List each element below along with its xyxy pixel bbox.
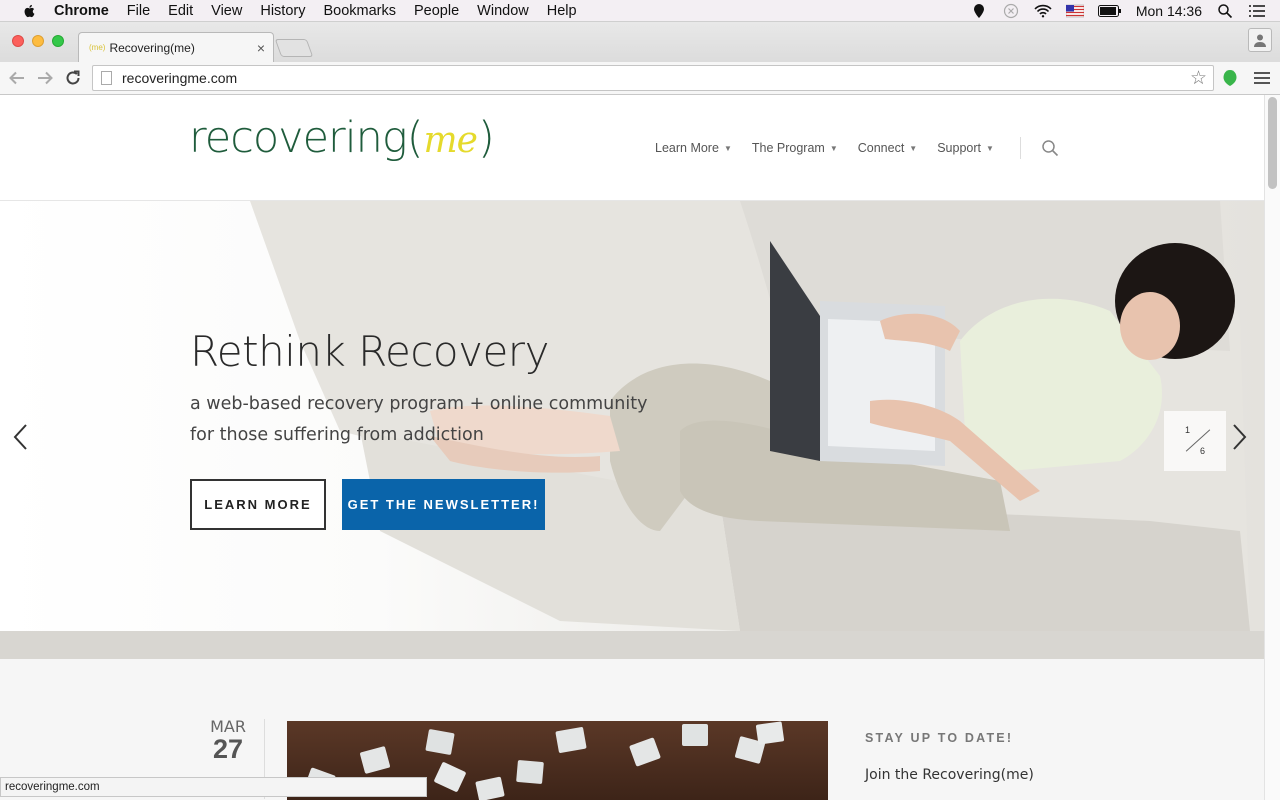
spotlight-search-icon[interactable] — [1216, 3, 1234, 19]
nav-label: Support — [937, 141, 981, 155]
link-status-bar: recoveringme.com — [0, 777, 427, 797]
wifi-icon[interactable] — [1034, 3, 1052, 19]
menu-view[interactable]: View — [211, 3, 242, 19]
tab-title: Recovering(me) — [109, 40, 195, 55]
nav-label: Connect — [857, 141, 905, 155]
site-navigation: Learn More ▼ The Program ▼ Connect ▼ Suppor… — [655, 137, 1059, 159]
window-zoom-button[interactable] — [52, 35, 64, 47]
tab-favicon-icon: (me) — [89, 43, 106, 52]
reload-button[interactable] — [62, 67, 84, 89]
page-icon — [101, 71, 112, 85]
chevron-left-icon — [13, 424, 27, 450]
nav-support[interactable]: Support ▼ — [937, 141, 994, 155]
nav-learn-more[interactable]: Learn More ▼ — [655, 141, 732, 155]
logo-text: recovering( — [189, 113, 423, 163]
page-scrollbar[interactable] — [1264, 95, 1280, 800]
battery-icon[interactable] — [1097, 3, 1122, 19]
arrow-left-icon — [9, 71, 24, 85]
hero-slider: Rethink Recovery a web-based recovery pr… — [0, 201, 1264, 659]
learn-more-button[interactable]: LEARN MORE — [190, 479, 326, 530]
hero-subtitle-line2: for those suffering from addiction — [190, 425, 484, 445]
arrow-right-icon — [38, 71, 53, 85]
site-header: recovering(me) Learn More ▼ The Program ▼ … — [0, 95, 1264, 201]
nav-the-program[interactable]: The Program ▼ — [752, 141, 838, 155]
post-day: 27 — [212, 734, 244, 764]
sidebar-text: Join the Recovering(me) — [865, 767, 1034, 783]
tab-close-icon[interactable]: × — [257, 40, 265, 56]
forward-button[interactable] — [34, 67, 56, 89]
scrollbar-thumb[interactable] — [1268, 97, 1277, 189]
nav-label: The Program — [751, 141, 825, 155]
slide-current: 1 — [1185, 425, 1191, 435]
site-logo[interactable]: recovering(me) — [189, 113, 495, 163]
chrome-menu-button[interactable] — [1254, 70, 1270, 86]
bookmark-star-icon[interactable]: ☆ — [1190, 67, 1207, 90]
slider-next-arrow-icon[interactable] — [1232, 423, 1248, 458]
notification-center-icon[interactable] — [1248, 3, 1266, 19]
search-icon[interactable] — [1041, 139, 1059, 157]
logo-me: me — [423, 120, 478, 161]
back-button[interactable] — [6, 67, 28, 89]
newsletter-button[interactable]: GET THE NEWSLETTER! — [342, 479, 545, 530]
menu-window[interactable]: Window — [477, 3, 529, 19]
apple-logo-icon[interactable] — [20, 3, 40, 19]
new-tab-button[interactable] — [274, 39, 314, 57]
sidebar-heading: STAY UP TO DATE! — [865, 731, 1014, 745]
menu-help[interactable]: Help — [547, 3, 577, 19]
chevron-down-icon: ▼ — [909, 143, 918, 153]
logo-close-paren: ) — [477, 113, 495, 163]
address-bar-url[interactable]: recoveringme.com — [122, 70, 237, 86]
window-minimize-button[interactable] — [32, 35, 44, 47]
profile-button[interactable] — [1248, 28, 1272, 52]
reload-icon — [66, 70, 80, 85]
chevron-down-icon: ▼ — [986, 143, 994, 153]
menubar-clock[interactable]: Mon 14:36 — [1136, 3, 1202, 19]
menu-app-chrome[interactable]: Chrome — [54, 3, 109, 19]
hero-title: Rethink Recovery — [190, 327, 549, 376]
status-x-icon[interactable] — [1002, 3, 1020, 19]
tab-recoveringme[interactable]: (me) Recovering(me) × — [78, 32, 274, 62]
chrome-toolbar: recoveringme.com ☆ — [0, 62, 1280, 95]
menu-history[interactable]: History — [260, 3, 305, 19]
menu-bookmarks[interactable]: Bookmarks — [323, 3, 396, 19]
menu-people[interactable]: People — [414, 3, 459, 19]
hero-subtitle-line1: a web-based recovery program + online co… — [190, 394, 648, 414]
hero-subtitle: a web-based recovery program + online co… — [190, 389, 660, 451]
macos-menu-bar: Chrome File Edit View History Bookmarks … — [0, 0, 1280, 22]
slide-total: 6 — [1200, 446, 1206, 456]
us-flag-icon[interactable] — [1065, 3, 1084, 19]
chrome-tab-strip: (me) Recovering(me) × — [0, 22, 1280, 62]
location-pin-icon[interactable] — [970, 3, 988, 19]
menu-edit[interactable]: Edit — [168, 3, 193, 19]
nav-divider — [1019, 137, 1021, 159]
person-icon — [1254, 34, 1266, 47]
nav-label: Learn More — [655, 141, 719, 155]
address-bar[interactable]: recoveringme.com ☆ — [92, 65, 1214, 91]
slider-prev-arrow-icon[interactable] — [12, 423, 28, 458]
menu-file[interactable]: File — [127, 3, 150, 19]
extension-leaf-icon[interactable] — [1222, 69, 1238, 87]
slide-counter: 1 6 — [1164, 411, 1226, 471]
chevron-right-icon — [1233, 424, 1247, 450]
chevron-down-icon: ▼ — [829, 143, 838, 153]
chevron-down-icon: ▼ — [723, 143, 732, 153]
web-page: recovering(me) Learn More ▼ The Program ▼ … — [0, 95, 1264, 800]
window-close-button[interactable] — [12, 35, 24, 47]
nav-connect[interactable]: Connect ▼ — [858, 141, 917, 155]
post-date: MAR 27 — [206, 717, 250, 765]
